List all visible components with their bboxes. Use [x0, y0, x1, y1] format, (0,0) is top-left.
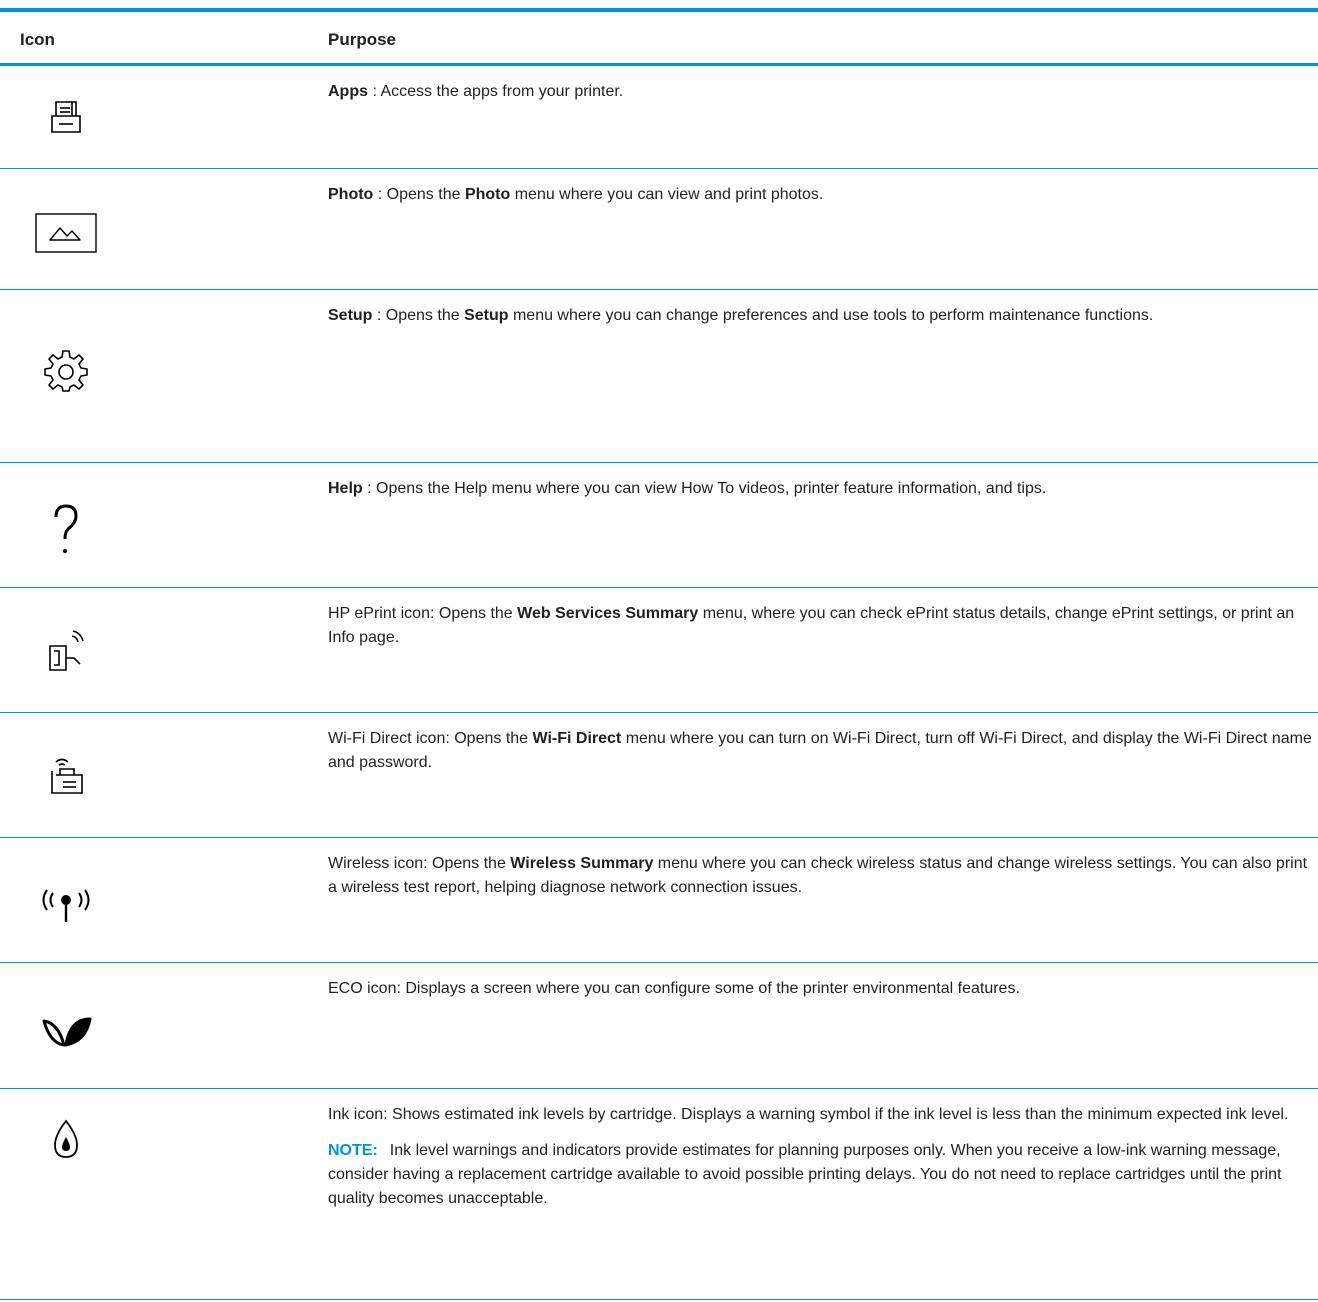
- row-purpose: Help : Opens the Help menu where you can…: [328, 480, 1047, 497]
- row-purpose: Wireless icon: Opens the Wireless Summar…: [328, 855, 1308, 896]
- note-text: Ink level warnings and indicators provid…: [328, 1142, 1282, 1207]
- row-purpose: Apps : Access the apps from your printer…: [328, 83, 624, 100]
- table-row: Photo : Opens the Photo menu where you c…: [0, 169, 1318, 290]
- ink-icon: [26, 1109, 106, 1169]
- row-purpose: Photo : Opens the Photo menu where you c…: [328, 186, 824, 203]
- photo-icon: [26, 203, 106, 263]
- table-row: HP ePrint icon: Opens the Web Services S…: [0, 588, 1318, 713]
- row-purpose: Wi-Fi Direct icon: Opens the Wi-Fi Direc…: [328, 730, 1312, 771]
- top-rule: [0, 8, 1318, 12]
- eprint-icon: [26, 622, 106, 682]
- setup-gear-icon: [26, 340, 106, 400]
- eco-icon: [26, 1001, 106, 1061]
- table-row: ECO icon: Displays a screen where you ca…: [0, 963, 1318, 1089]
- help-icon: [26, 501, 106, 561]
- table-header: Icon Purpose: [0, 22, 1318, 62]
- table-row: Wireless icon: Opens the Wireless Summar…: [0, 838, 1318, 963]
- note-label: NOTE:: [328, 1142, 378, 1159]
- header-purpose: Purpose: [328, 30, 397, 49]
- table-row: Ink icon: Shows estimated ink levels by …: [0, 1089, 1318, 1300]
- table-row: Wi-Fi Direct icon: Opens the Wi-Fi Direc…: [0, 713, 1318, 838]
- row-purpose: ECO icon: Displays a screen where you ca…: [328, 980, 1020, 997]
- wireless-icon: [26, 874, 106, 934]
- table-row: Setup : Opens the Setup menu where you c…: [0, 290, 1318, 463]
- header-icon: Icon: [20, 30, 55, 49]
- row-purpose: Ink icon: Shows estimated ink levels by …: [328, 1103, 1314, 1211]
- apps-icon: [26, 86, 106, 146]
- row-purpose: Setup : Opens the Setup menu where you c…: [328, 307, 1154, 324]
- note: NOTE: Ink level warnings and indicators p…: [328, 1139, 1314, 1211]
- wifi-direct-icon: [26, 745, 106, 805]
- table-row: Apps : Access the apps from your printer…: [0, 66, 1318, 169]
- table-row: Help : Opens the Help menu where you can…: [0, 463, 1318, 588]
- row-purpose: HP ePrint icon: Opens the Web Services S…: [328, 605, 1295, 646]
